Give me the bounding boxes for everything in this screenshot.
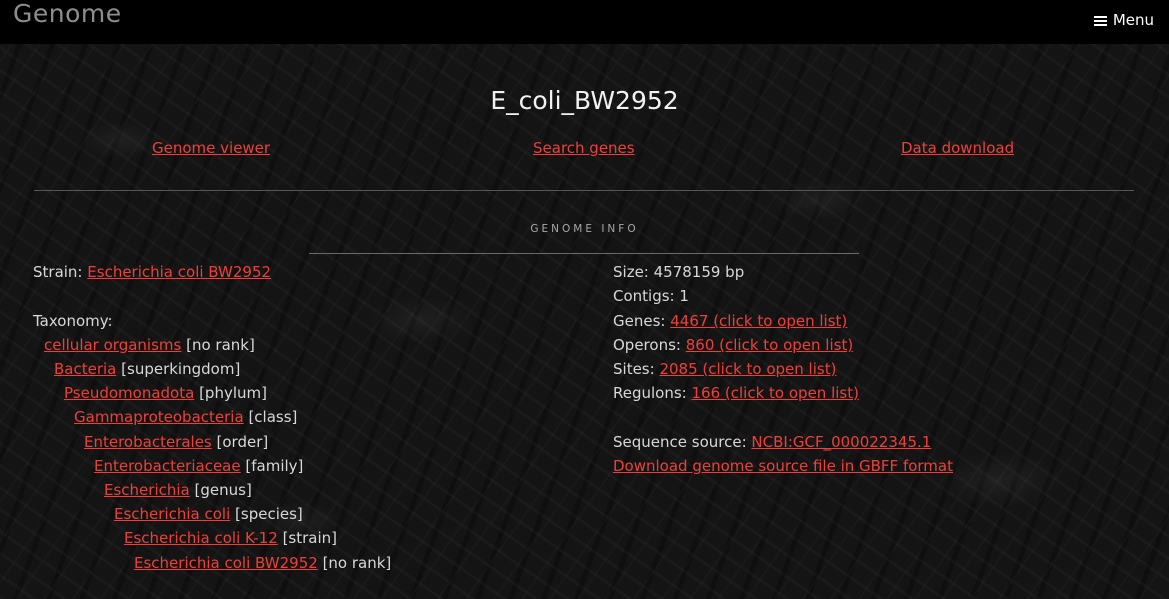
taxon-rank: [no rank]: [322, 554, 392, 572]
taxon-rank: [class]: [248, 408, 298, 426]
operons-label: Operons:: [613, 336, 681, 354]
sites-link[interactable]: 2085 (click to open list): [659, 360, 836, 378]
genes-label: Genes:: [613, 312, 666, 330]
taxonomy-item: Escherichia [genus]: [104, 481, 252, 499]
hamburger-icon: [1093, 15, 1107, 26]
search-genes-link[interactable]: Search genes: [533, 139, 635, 157]
taxon-rank: [strain]: [282, 529, 337, 547]
taxon-link[interactable]: Escherichia coli K-12: [124, 529, 278, 547]
download-gbff-link[interactable]: Download genome source file in GBFF form…: [613, 457, 953, 475]
regulons-link[interactable]: 166 (click to open list): [692, 384, 859, 402]
taxon-link[interactable]: cellular organisms: [44, 336, 181, 354]
taxon-rank: [order]: [216, 433, 269, 451]
menu-label: Menu: [1112, 11, 1154, 29]
taxon-link[interactable]: Escherichia: [104, 481, 190, 499]
regulons-label: Regulons:: [613, 384, 687, 402]
genes-link[interactable]: 4467 (click to open list): [670, 312, 847, 330]
taxon-rank: [species]: [235, 505, 303, 523]
brand-logo[interactable]: Genome: [13, 0, 122, 28]
taxon-link[interactable]: Bacteria: [54, 360, 116, 378]
sites-label: Sites:: [613, 360, 655, 378]
download-gbff-row: Download genome source file in GBFF form…: [613, 457, 953, 475]
taxon-rank: [phylum]: [199, 384, 267, 402]
genome-size: Size: 4578159 bp: [613, 263, 745, 281]
section-divider: [309, 253, 859, 254]
nav-genome-viewer: Genome viewer: [152, 139, 270, 157]
genes-row: Genes: 4467 (click to open list): [613, 312, 847, 330]
taxonomy-item: Escherichia coli BW2952 [no rank]: [134, 554, 391, 572]
strain-label: Strain:: [33, 263, 83, 281]
data-download-link[interactable]: Data download: [901, 139, 1014, 157]
taxon-link[interactable]: Enterobacteriaceae: [94, 457, 241, 475]
strain-link[interactable]: Escherichia coli BW2952: [87, 263, 271, 281]
operons-row: Operons: 860 (click to open list): [613, 336, 853, 354]
sequence-source-row: Sequence source: NCBI:GCF_000022345.1: [613, 433, 931, 451]
sequence-source-link[interactable]: NCBI:GCF_000022345.1: [751, 433, 931, 451]
section-heading: GENOME INFO: [530, 223, 639, 235]
taxon-link[interactable]: Escherichia coli: [114, 505, 230, 523]
taxon-link[interactable]: Escherichia coli BW2952: [134, 554, 318, 572]
genome-viewer-link[interactable]: Genome viewer: [152, 139, 270, 157]
regulons-row: Regulons: 166 (click to open list): [613, 384, 859, 402]
taxon-link[interactable]: Pseudomonadota: [64, 384, 194, 402]
taxon-link[interactable]: Gammaproteobacteria: [74, 408, 244, 426]
sequence-source-label: Sequence source:: [613, 433, 747, 451]
taxonomy-item: Escherichia coli K-12 [strain]: [124, 529, 337, 547]
taxonomy-label: Taxonomy:: [33, 312, 113, 330]
menu-button[interactable]: Menu: [1093, 11, 1154, 29]
taxonomy-item: Pseudomonadota [phylum]: [64, 384, 267, 402]
taxonomy-item: Gammaproteobacteria [class]: [74, 408, 297, 426]
contigs-count: Contigs: 1: [613, 287, 689, 305]
taxonomy-item: Enterobacteriaceae [family]: [94, 457, 303, 475]
taxon-rank: [superkingdom]: [121, 360, 241, 378]
taxon-rank: [no rank]: [186, 336, 255, 354]
taxon-rank: [family]: [245, 457, 304, 475]
taxon-rank: [genus]: [194, 481, 252, 499]
page-title: E_coli_BW2952: [490, 86, 679, 115]
nav-data-download: Data download: [901, 139, 1014, 157]
operons-link[interactable]: 860 (click to open list): [686, 336, 853, 354]
taxonomy-item: Enterobacterales [order]: [84, 433, 268, 451]
taxonomy-item: cellular organisms [no rank]: [44, 336, 255, 354]
taxon-link[interactable]: Enterobacterales: [84, 433, 212, 451]
taxonomy-item: Bacteria [superkingdom]: [54, 360, 240, 378]
top-bar: Genome Menu: [0, 0, 1169, 44]
taxonomy-item: Escherichia coli [species]: [114, 505, 303, 523]
nav-search-genes: Search genes: [533, 139, 635, 157]
strain-row: Strain: Escherichia coli BW2952: [33, 263, 271, 281]
sites-row: Sites: 2085 (click to open list): [613, 360, 836, 378]
divider: [34, 190, 1134, 191]
